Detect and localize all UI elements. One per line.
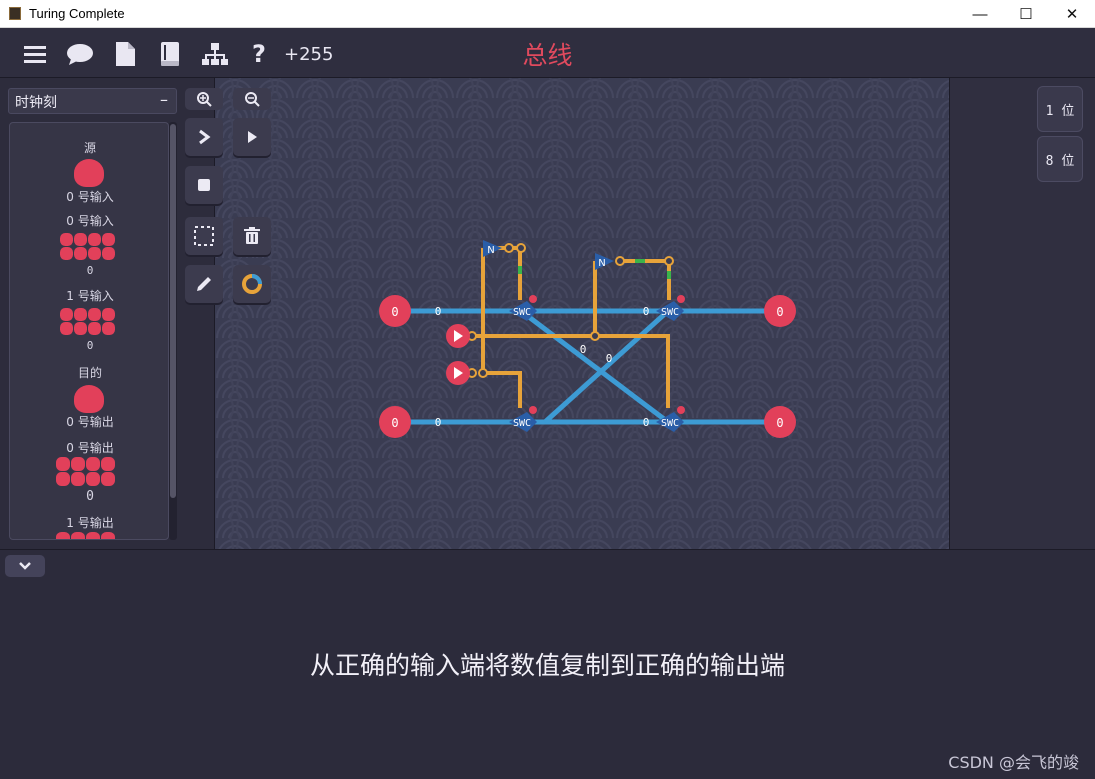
input1-bus-label: 1 号输入: [66, 289, 114, 303]
wire-value-label: 0: [606, 352, 613, 365]
control-input-1[interactable]: [446, 361, 470, 385]
wire-value-label: 0: [580, 343, 587, 356]
input-pin-1[interactable]: 0: [379, 406, 411, 438]
window-title: Turing Complete: [29, 6, 125, 21]
source-header: 源: [83, 141, 96, 155]
level-title: 总线: [522, 41, 573, 70]
not-gate-1-label: N: [598, 258, 605, 269]
not-gate-0-label: N: [487, 245, 494, 256]
pencil-icon: [197, 277, 211, 291]
category-dropdown-label: 时钟刻: [15, 95, 57, 111]
chevron-down-icon: [19, 562, 31, 570]
close-button[interactable]: ✕: [1049, 0, 1095, 28]
input0-label: 0 号输入: [66, 190, 114, 204]
play-icon: [248, 131, 257, 143]
zoom-in-icon: [197, 92, 212, 107]
color-wheel-icon: [242, 274, 262, 294]
watermark: CSDN @会飞的竣: [948, 753, 1079, 772]
draw-button[interactable]: [185, 265, 223, 303]
output1-bus-label: 1 号输出: [66, 516, 114, 530]
input-pin-0[interactable]: 0: [379, 295, 411, 327]
select-icon: [194, 226, 214, 246]
zoom-out-icon: [245, 92, 260, 107]
color-button[interactable]: [233, 265, 271, 303]
collapse-button[interactable]: [5, 555, 45, 577]
input0-byte-component[interactable]: [60, 233, 116, 263]
input0-bus-label: 0 号输入: [66, 214, 114, 228]
delete-button[interactable]: [233, 217, 271, 255]
wire-value-label: 0: [435, 305, 442, 318]
dest-header: 目的: [77, 366, 102, 380]
component-panel: 时钟刻 – 源 0 号输入 0 号输入 0 1 号输入 0 目的 0 号输出 0…: [0, 78, 184, 549]
wire-value-label: 0: [435, 416, 442, 429]
output1-byte-component[interactable]: [56, 532, 118, 539]
input1-byte-component[interactable]: [60, 308, 116, 338]
app-icon: [9, 7, 21, 20]
stop-icon: [198, 179, 210, 191]
output-pin-1-value: 0: [776, 416, 783, 430]
window-titlebar: Turing Complete — ☐ ✕: [0, 0, 1095, 28]
step-icon: [199, 129, 211, 145]
bit-1-button[interactable]: 1 位: [1037, 86, 1083, 132]
switch-1-label: SWC: [661, 307, 679, 318]
output-bit-component[interactable]: [74, 385, 104, 413]
input-bit-component[interactable]: [74, 159, 104, 187]
switch-3-label: SWC: [661, 418, 679, 429]
step-button[interactable]: [185, 118, 223, 156]
control-input-0[interactable]: [446, 324, 470, 348]
zoom-in-button[interactable]: [185, 88, 223, 110]
minimize-button[interactable]: —: [957, 0, 1003, 28]
circuit-svg[interactable]: 0 0 0 0 N N SWC SWC SWC SWC 0 0 0 0 0 0: [215, 78, 950, 549]
top-toolbar: ? +255 总线: [0, 28, 1095, 78]
bit-8-button[interactable]: 8 位: [1037, 136, 1083, 182]
wire-value-label: 0: [643, 305, 650, 318]
level-description: 从正确的输入端将数值复制到正确的输出端: [309, 651, 785, 680]
input1-bus-value: 0: [86, 339, 94, 352]
output0-bus-label: 0 号输出: [66, 441, 114, 455]
output-pin-0[interactable]: 0: [764, 295, 796, 327]
output-pin-1[interactable]: 0: [764, 406, 796, 438]
trash-icon: [244, 227, 260, 244]
switch-2-label: SWC: [513, 418, 531, 429]
maximize-button[interactable]: ☐: [1003, 0, 1049, 28]
output0-byte-component[interactable]: [56, 457, 118, 487]
description-panel: 从正确的输入端将数值复制到正确的输出端 CSDN @会飞的竣: [0, 549, 1095, 779]
input-pin-0-value: 0: [391, 305, 398, 319]
circuit-canvas[interactable]: 0 0 0 0 N N SWC SWC SWC SWC 0 0 0 0 0 0: [214, 78, 950, 549]
stop-button[interactable]: [185, 166, 223, 204]
scrollbar-thumb[interactable]: [170, 124, 176, 498]
zoom-out-button[interactable]: [233, 88, 271, 110]
run-button[interactable]: [233, 118, 271, 156]
collapse-icon[interactable]: –: [160, 90, 168, 109]
switch-0-label: SWC: [513, 307, 531, 318]
input-pin-1-value: 0: [391, 416, 398, 430]
category-dropdown[interactable]: 时钟刻 –: [8, 88, 177, 114]
output0-label: 0 号输出: [66, 415, 114, 429]
wire-value-label: 0: [643, 416, 650, 429]
component-list: 源 0 号输入 0 号输入 0 1 号输入 0 目的 0 号输出 0 号输出 0…: [9, 122, 169, 540]
input0-bus-value: 0: [86, 264, 94, 277]
output0-bus-value: 0: [86, 489, 94, 504]
select-button[interactable]: [185, 217, 223, 255]
output-pin-0-value: 0: [776, 305, 783, 319]
